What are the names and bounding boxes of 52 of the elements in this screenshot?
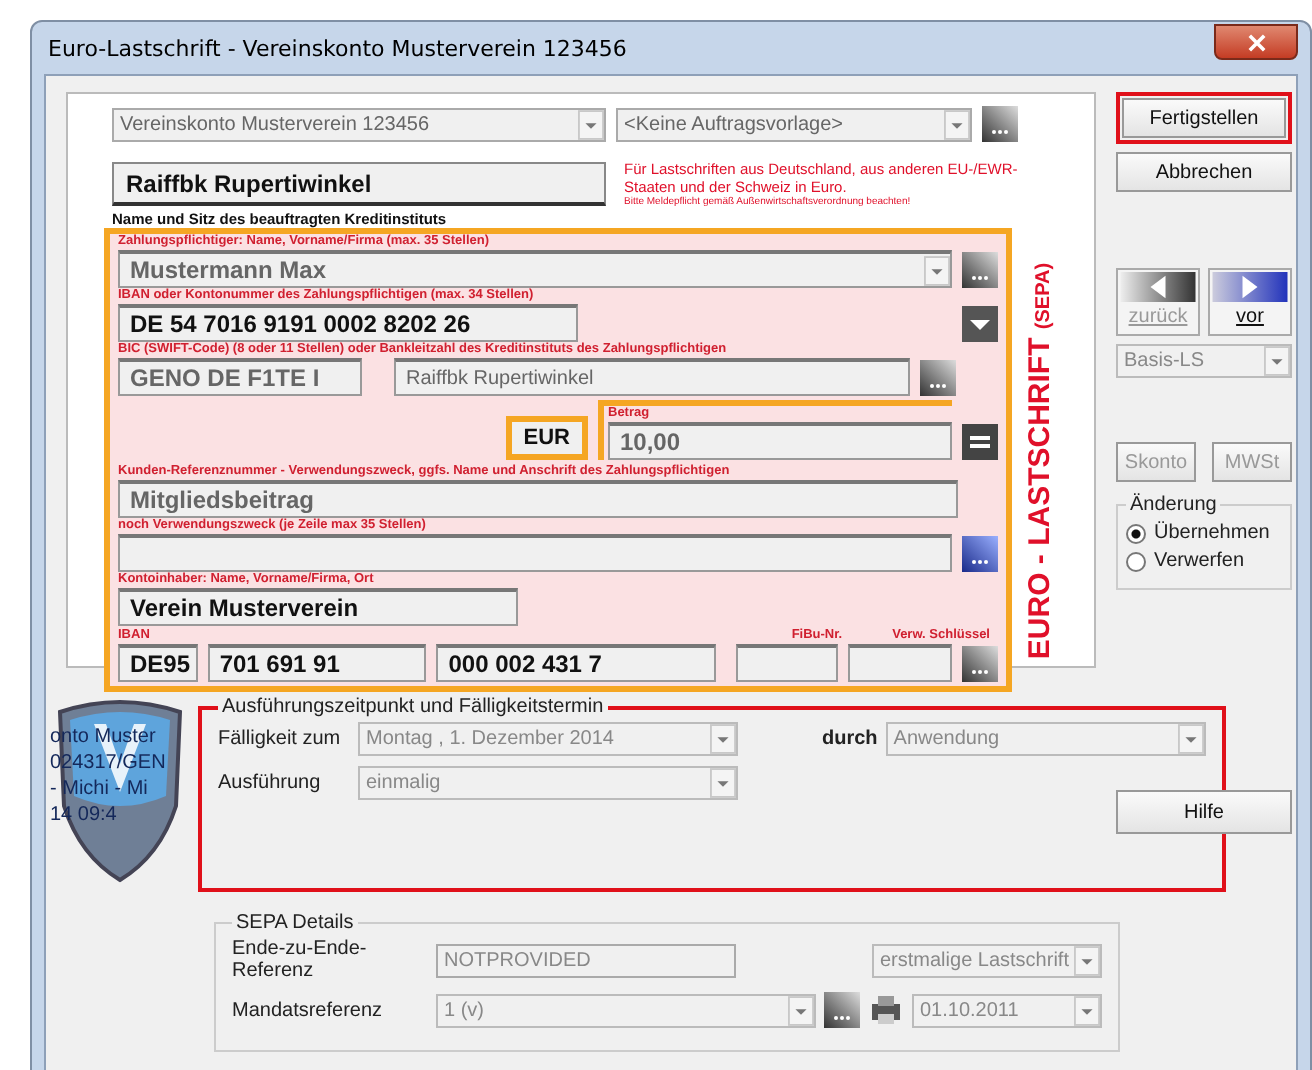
key-field[interactable] [848, 644, 952, 682]
debit-type-dropdown[interactable]: erstmalige Lastschrift [872, 943, 1102, 977]
reference-field[interactable]: Mitgliedsbeitrag [118, 480, 958, 518]
mandate-date-dropdown[interactable]: 01.10.2011 [912, 993, 1102, 1027]
iban-part-field[interactable]: 701 691 91 [207, 644, 427, 682]
purpose-field[interactable] [118, 534, 952, 572]
dropdown-button-icon[interactable] [962, 305, 998, 341]
ellipsis-button-icon[interactable] [962, 251, 998, 287]
radio-option[interactable]: Verwerfen [1126, 550, 1282, 572]
bic-field[interactable]: GENO DE F1TE I [118, 358, 362, 396]
form-side-title: EURO - LASTSCHRIFT (SEPA) [1023, 261, 1057, 659]
finish-button[interactable]: Fertigstellen [1122, 98, 1286, 138]
ellipsis-button-icon[interactable] [962, 645, 998, 681]
due-date-dropdown[interactable]: Montag , 1. Dezember 2014 [358, 722, 738, 756]
field-label: Ausführung [218, 772, 323, 794]
end-to-end-field[interactable]: NOTPROVIDED [436, 943, 736, 977]
ellipsis-button-icon[interactable] [920, 359, 956, 395]
account-holder-field[interactable]: Verein Musterverein [118, 588, 518, 626]
mode-dropdown[interactable]: Basis-LS [1116, 344, 1292, 378]
ellipsis-button-icon[interactable] [962, 535, 998, 571]
field-label: Fälligkeit zum [218, 728, 343, 750]
close-button[interactable] [1214, 24, 1298, 60]
bank-name-field[interactable]: Raiffbk Rupertiwinkel [112, 162, 606, 206]
by-dropdown[interactable]: Anwendung [885, 722, 1206, 756]
close-icon [1247, 33, 1265, 51]
field-label: Ende-zu-Ende-Referenz [232, 938, 369, 982]
help-button[interactable]: Hilfe [1116, 790, 1292, 834]
amount-field[interactable]: 10,00 [608, 422, 952, 460]
field-label: durch [822, 728, 878, 750]
forward-button[interactable]: vor [1208, 268, 1292, 336]
bank-field[interactable]: Raiffbk Rupertiwinkel [394, 358, 910, 396]
cancel-button[interactable]: Abbrechen [1116, 152, 1292, 192]
execution-dropdown[interactable]: einmalig [358, 766, 738, 800]
group-title: SEPA Details [234, 912, 356, 934]
calculator-button-icon[interactable] [962, 424, 998, 460]
payer-field[interactable]: Mustermann Max [118, 250, 952, 288]
ellipsis-button-icon[interactable] [824, 992, 860, 1028]
account-dropdown[interactable]: Vereinskonto Musterverein 123456 [112, 107, 606, 141]
radio-option[interactable]: Übernehmen [1126, 522, 1282, 544]
iban-part-field[interactable]: 000 002 431 7 [436, 644, 715, 682]
mandate-dropdown[interactable]: 1 (v) [436, 993, 816, 1027]
ellipsis-button-icon[interactable] [982, 106, 1018, 142]
template-dropdown[interactable]: <Keine Auftragsvorlage> [616, 107, 972, 141]
printer-icon[interactable] [868, 992, 904, 1028]
window-title: Euro-Lastschrift - Vereinskonto Musterverein 123456 [46, 35, 627, 61]
group-title: Änderung [1128, 494, 1219, 516]
iban-part-field[interactable]: DE95 [118, 644, 198, 682]
currency-field[interactable]: EUR [505, 416, 588, 460]
field-label: Mandatsreferenz [232, 999, 385, 1021]
iban-field[interactable]: DE 54 7016 9191 0002 8202 26 [118, 304, 578, 342]
fibu-field[interactable] [735, 644, 839, 682]
group-title: Ausführungszeitpunkt und Fälligkeitstermin [220, 696, 606, 718]
